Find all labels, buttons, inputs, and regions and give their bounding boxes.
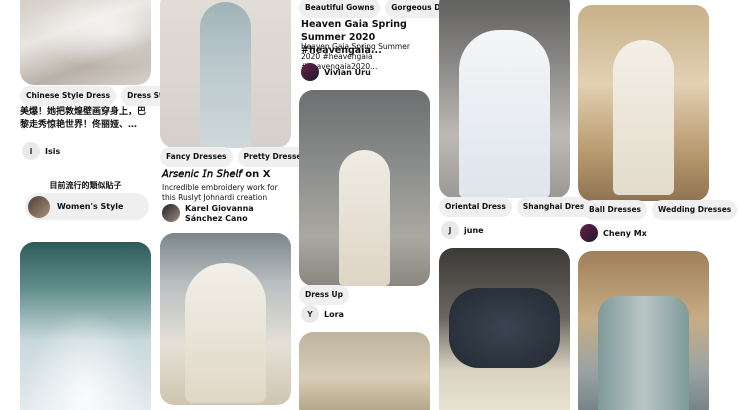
author-name: Cheny Mx <box>603 228 647 238</box>
pin-image-bridal-gown[interactable] <box>20 242 151 410</box>
pin-image-embroidered-dress[interactable] <box>160 0 291 148</box>
author-name: Isis <box>45 146 61 156</box>
pin-author[interactable]: I Isis <box>22 142 60 160</box>
trending-heading: 目前流行的類似貼子 <box>49 181 122 190</box>
avatar: J <box>441 221 459 239</box>
pin-tags: Ball Dresses Wedding Dresses › <box>583 200 740 220</box>
tag-chip[interactable]: Chinese Style Dress <box>20 86 117 106</box>
avatar <box>301 63 319 81</box>
tag-chip[interactable]: Wedding Dresses <box>652 200 738 220</box>
author-name: june <box>464 225 484 235</box>
pin-image-lace-cape[interactable] <box>439 248 570 410</box>
pin-description: Incredible embroidery work for this Rusl… <box>162 183 278 202</box>
trending-thumbnail <box>28 195 50 218</box>
trending-search-pill[interactable]: Women's Style <box>25 193 149 220</box>
tag-chip[interactable]: Dress Up <box>299 285 350 305</box>
pin-author[interactable]: Karel Giovanna Sánchez Cano <box>162 204 291 224</box>
pin-tags: Oriental Dress Shanghai Dress › <box>439 197 605 217</box>
avatar: Y <box>301 305 319 323</box>
author-name: Vivian Uru <box>324 67 371 77</box>
avatar: I <box>22 142 40 160</box>
pin-title[interactable]: 美爆！她把敦煌壁画穿身上，巴黎走秀惊艳世界！佟丽娅、… <box>20 106 151 132</box>
pin-author[interactable]: Vivian Uru <box>301 63 371 81</box>
avatar <box>580 224 598 242</box>
pin-image-white-cape-gown[interactable] <box>160 233 291 405</box>
pin-image-gold-embroidered[interactable] <box>299 332 430 410</box>
pin-tags: Dress Up <box>299 285 350 305</box>
tag-chip[interactable]: Beautiful Gowns <box>299 0 381 18</box>
author-name: Karel Giovanna Sánchez Cano <box>185 204 254 223</box>
trending-label: Women's Style <box>57 202 124 211</box>
pin-image-dunhuang-gown[interactable] <box>20 0 151 85</box>
pin-image-oriental-white-dress[interactable] <box>439 0 570 198</box>
pin-image-twin-robes[interactable] <box>578 251 709 410</box>
author-name: Lora <box>324 309 344 319</box>
pin-author[interactable]: J june <box>441 221 484 239</box>
pin-tags: Fancy Dresses Pretty Dresses › <box>160 147 322 167</box>
pin-author[interactable]: Y Lora <box>301 305 344 323</box>
pin-author[interactable]: Cheny Mx <box>580 224 647 242</box>
pin-image-wedding-gown[interactable] <box>578 5 709 201</box>
avatar <box>162 204 180 222</box>
tag-chip[interactable]: Fancy Dresses <box>160 147 233 167</box>
pin-title[interactable]: 𝘈𝘳𝘴𝘦𝘯𝘪𝘤 𝘐𝘯 𝘚𝘩𝘦𝘭𝘧 on X <box>162 168 291 181</box>
pin-image-runway-gown[interactable] <box>299 90 430 286</box>
tag-chip[interactable]: Oriental Dress <box>439 197 512 217</box>
tag-chip[interactable]: Ball Dresses <box>583 200 648 220</box>
